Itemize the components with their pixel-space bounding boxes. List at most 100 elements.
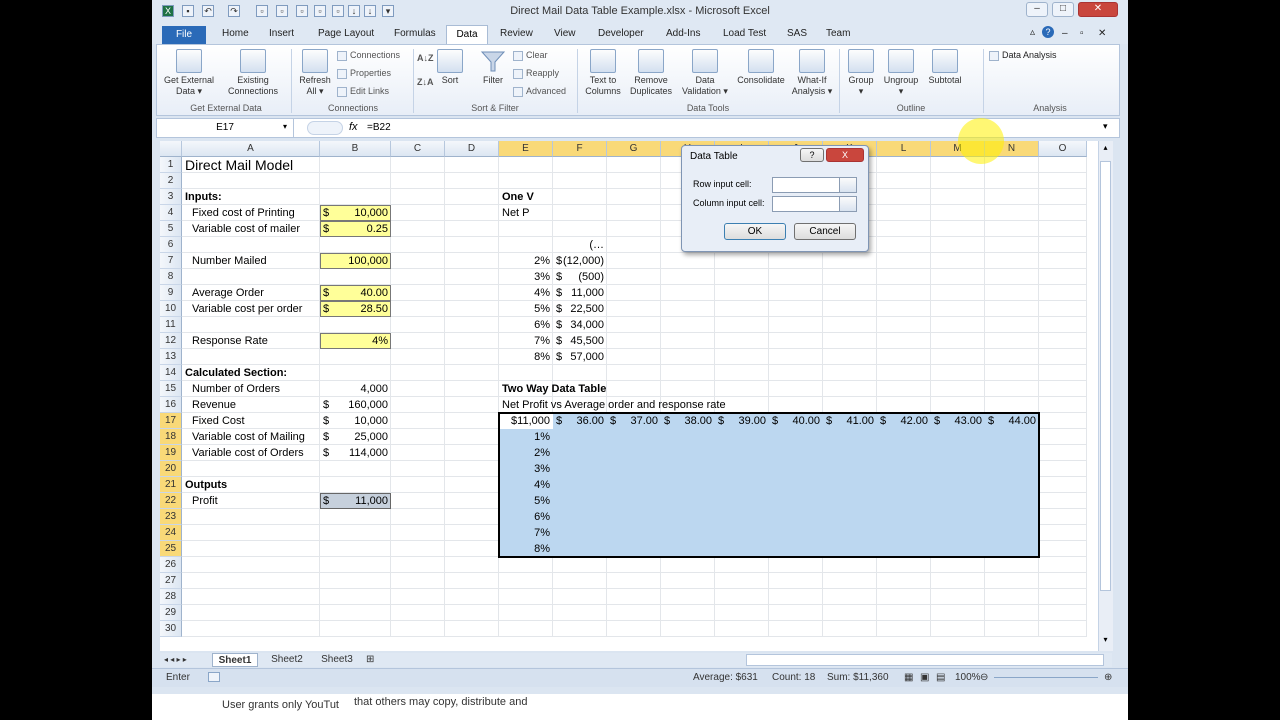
ungroup-button[interactable]: Ungroup ▾ [879, 49, 923, 97]
row-header-17[interactable]: 17 [160, 413, 182, 429]
advanced-button[interactable]: Advanced [513, 86, 566, 97]
cell-a15[interactable]: Number of Orders [182, 381, 320, 397]
data-validation-button[interactable]: Data Validation ▾ [677, 49, 733, 97]
two-way-header-value[interactable]: 38.00 [661, 413, 715, 429]
cell-b18[interactable]: 25,000 [320, 429, 391, 445]
two-way-header-value[interactable]: 44.00 [985, 413, 1039, 429]
text-to-columns-button[interactable]: Text to Columns [581, 49, 625, 97]
one-way-rate[interactable]: 6% [499, 317, 553, 333]
tab-file[interactable]: File [162, 26, 206, 44]
cell-a12[interactable]: Response Rate [182, 333, 320, 349]
cell-b4[interactable]: 10,000 [320, 205, 391, 221]
properties-button[interactable]: Properties [337, 68, 391, 79]
cell-b22[interactable]: 11,000 [320, 493, 391, 509]
cell-e15[interactable]: Two Way Data Table [499, 381, 715, 397]
cell-a4[interactable]: Fixed cost of Printing [182, 205, 320, 221]
name-box[interactable]: E17 [157, 119, 294, 137]
reapply-button[interactable]: Reapply [513, 68, 559, 79]
two-way-rate[interactable]: 7% [499, 525, 553, 541]
row-header-29[interactable]: 29 [160, 605, 182, 621]
tab-sas[interactable]: SAS [787, 28, 807, 39]
row-header-10[interactable]: 10 [160, 301, 182, 317]
two-way-header-value[interactable]: 37.00 [607, 413, 661, 429]
workbook-restore-icon[interactable]: ▫ [1080, 28, 1084, 39]
row-header-26[interactable]: 26 [160, 557, 182, 573]
existing-connections-button[interactable]: Existing Connections [223, 49, 283, 97]
zoom-level[interactable]: 100% [955, 672, 981, 683]
column-header-d[interactable]: D [445, 141, 499, 157]
column-header-e[interactable]: E [499, 141, 553, 157]
connections-button[interactable]: Connections [337, 50, 400, 61]
row-header-30[interactable]: 30 [160, 621, 182, 637]
column-header-l[interactable]: L [877, 141, 931, 157]
insert-function-icon[interactable]: fx [349, 121, 358, 133]
maximize-button[interactable]: □ [1052, 2, 1074, 17]
ok-button[interactable]: OK [724, 223, 786, 240]
row-header-27[interactable]: 27 [160, 573, 182, 589]
row-header-25[interactable]: 25 [160, 541, 182, 557]
two-way-header-value[interactable]: 40.00 [769, 413, 823, 429]
row-input-collapse-icon[interactable] [839, 177, 857, 193]
insert-sheet-icon[interactable]: ⊞ [366, 653, 374, 667]
column-header-o[interactable]: O [1039, 141, 1087, 157]
sheet-nav-icon[interactable]: ◂ ◂ ▸ ▸ [164, 653, 187, 667]
close-window-button[interactable]: ✕ [1078, 2, 1118, 17]
dialog-help-button[interactable]: ? [800, 148, 824, 162]
tab-home[interactable]: Home [222, 28, 249, 39]
what-if-analysis-button[interactable]: What-If Analysis ▾ [789, 49, 835, 97]
cell-f6[interactable]: (… [553, 237, 607, 253]
edit-links-button[interactable]: Edit Links [337, 86, 389, 97]
tab-add-ins[interactable]: Add-Ins [666, 28, 700, 39]
row-header-22[interactable]: 22 [160, 493, 182, 509]
select-all-corner[interactable] [160, 141, 182, 157]
cancel-button[interactable]: Cancel [794, 223, 856, 240]
one-way-value[interactable]: 57,000 [553, 349, 607, 365]
cell-a3[interactable]: Inputs: [182, 189, 320, 205]
two-way-rate[interactable]: 3% [499, 461, 553, 477]
two-way-header-value[interactable]: 43.00 [931, 413, 985, 429]
column-input-collapse-icon[interactable] [839, 196, 857, 212]
vertical-scroll-thumb[interactable] [1100, 161, 1111, 591]
one-way-value[interactable]: 34,000 [553, 317, 607, 333]
cell-b7[interactable]: 100,000 [320, 253, 391, 269]
row-header-5[interactable]: 5 [160, 221, 182, 237]
dialog-close-button[interactable]: X [826, 148, 864, 162]
tab-formulas[interactable]: Formulas [394, 28, 436, 39]
group-button[interactable]: Group ▾ [843, 49, 879, 97]
formula-input[interactable]: =B22 [367, 122, 391, 133]
row-header-8[interactable]: 8 [160, 269, 182, 285]
subtotal-button[interactable]: Subtotal [923, 49, 967, 86]
row-header-24[interactable]: 24 [160, 525, 182, 541]
row-header-11[interactable]: 11 [160, 317, 182, 333]
page-break-view-icon[interactable]: ▤ [936, 672, 945, 683]
row-header-19[interactable]: 19 [160, 445, 182, 461]
one-way-rate[interactable]: 7% [499, 333, 553, 349]
macro-record-icon[interactable] [208, 672, 220, 682]
scroll-down-icon[interactable]: ▾ [1100, 635, 1111, 649]
sort-za-icon[interactable]: Z↓A [417, 77, 434, 87]
row-header-18[interactable]: 18 [160, 429, 182, 445]
row-header-21[interactable]: 21 [160, 477, 182, 493]
page-layout-view-icon[interactable]: ▣ [920, 672, 929, 683]
horizontal-scrollbar[interactable] [746, 654, 1104, 666]
one-way-rate[interactable]: 4% [499, 285, 553, 301]
two-way-rate[interactable]: 6% [499, 509, 553, 525]
two-way-rate[interactable]: 4% [499, 477, 553, 493]
sheet-tab-1[interactable]: Sheet1 [212, 653, 258, 667]
cell-e3[interactable]: One V [499, 189, 553, 205]
sheet-tab-2[interactable]: Sheet2 [264, 653, 310, 667]
help-icon[interactable]: ? [1042, 26, 1054, 38]
two-way-header-value[interactable]: 36.00 [553, 413, 607, 429]
row-header-14[interactable]: 14 [160, 365, 182, 381]
one-way-value[interactable]: 11,000 [553, 285, 607, 301]
tab-data[interactable]: Data [446, 25, 488, 45]
clear-button[interactable]: Clear [513, 50, 548, 61]
cell-b10[interactable]: 28.50 [320, 301, 391, 317]
cell-a16[interactable]: Revenue [182, 397, 320, 413]
row-header-7[interactable]: 7 [160, 253, 182, 269]
cell-a5[interactable]: Variable cost of mailer [182, 221, 320, 237]
sheet-tab-3[interactable]: Sheet3 [314, 653, 360, 667]
row-header-1[interactable]: 1 [160, 157, 182, 173]
data-analysis-button[interactable]: Data Analysis [989, 50, 1057, 61]
row-header-13[interactable]: 13 [160, 349, 182, 365]
